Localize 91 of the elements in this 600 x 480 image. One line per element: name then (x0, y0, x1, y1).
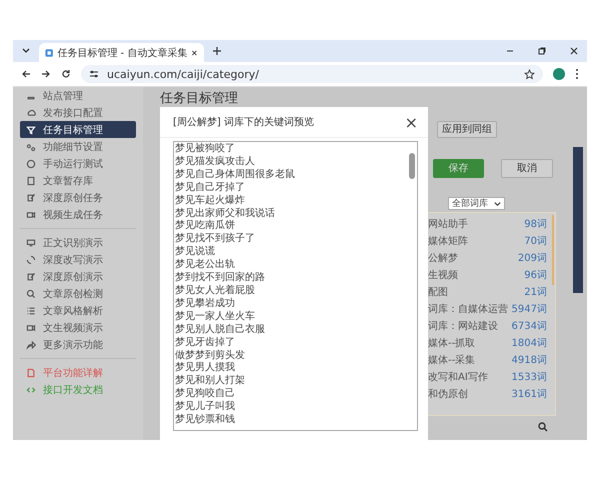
keyword-textarea[interactable]: 梦见被狗咬了 梦见猫发疯攻击人 梦见自己身体周围很多老鼠 梦见自己牙掉了 梦见车起火爆炸 梦见出家师父和我说话 梦见吃南瓜饼 梦见找不到孩子了 梦见说谎 梦见老公出轨 梦到找不到回家的路 梦见女人光着屁股 梦见攀岩成功 梦见一家人坐火车 梦见别人脱自己衣服 梦见牙齿掉了 做梦梦到剪头发 梦见男人摸我 梦见和别人打架 梦见狗咬自己 梦见儿子叫我 梦见钞票和钱 (173, 141, 418, 431)
keyword-line: 梦见男人摸我 (175, 362, 236, 374)
keyword-line: 梦见钞票和钱 (175, 414, 236, 427)
library-row[interactable]: 生视频 96词 (428, 268, 547, 284)
library-row[interactable]: 和伪原创 3161词 (428, 386, 547, 404)
keyword-line: 梦见和别人打架 (175, 375, 246, 388)
keyword-line: 做梦梦到剪头发 (175, 350, 246, 362)
keyword-line: 梦见自己身体周围很多老鼠 (175, 168, 296, 182)
favicon-icon (45, 48, 54, 58)
nodes-icon (26, 142, 36, 152)
restore-icon[interactable] (537, 46, 547, 56)
share-icon (26, 340, 36, 350)
tune-icon[interactable] (89, 69, 99, 79)
apply-to-group-button[interactable]: 应用到同组 (437, 120, 497, 138)
modal-title: [周公解梦] 词库下的关键词预览 (173, 116, 314, 129)
library-dropdown[interactable]: 全部词库 (448, 196, 505, 210)
code-icon (26, 384, 36, 394)
search-icon (26, 288, 36, 298)
library-row[interactable]: 配图 21词 (428, 284, 547, 302)
sidebar-item[interactable]: 更多演示功能 (20, 336, 136, 353)
sidebar-item[interactable]: 文章风格解析 (20, 302, 136, 319)
keyword-line: 梦见儿子叫我 (175, 401, 236, 414)
keyword-line: 梦见猫发疯攻击人 (175, 156, 256, 168)
keyword-line: 梦见牙齿掉了 (175, 336, 236, 350)
close-icon[interactable] (191, 48, 198, 56)
play-icon (26, 158, 36, 168)
star-icon[interactable] (524, 68, 535, 80)
library-row[interactable]: 媒体--采集 4918词 (428, 352, 547, 370)
back-arrow-icon[interactable] (21, 69, 31, 79)
menu-icon[interactable] (575, 68, 579, 80)
plus-icon[interactable] (212, 46, 222, 56)
keyword-line: 梦见吃南瓜饼 (175, 220, 236, 232)
filter-icon (26, 124, 36, 134)
forward-arrow-icon[interactable] (41, 69, 51, 79)
edit-icon (26, 192, 36, 202)
avatar-icon[interactable] (553, 68, 565, 80)
sidebar-item[interactable]: 文章暂存库 (20, 172, 136, 189)
document-icon (26, 176, 36, 186)
keyword-line: 梦见狗咬自己 (175, 388, 236, 400)
cancel-button[interactable]: 取消 (501, 158, 553, 178)
scrollbar-thumb[interactable] (552, 214, 554, 284)
refresh-icon (26, 254, 36, 264)
cloud-icon (26, 108, 36, 118)
search-icon[interactable] (538, 422, 548, 432)
sidebar-item[interactable]: 深度改写演示 (20, 251, 136, 268)
library-row[interactable]: 媒体--抓取 1804词 (428, 336, 547, 352)
tab-title: 任务目标管理 - 自动文章采集 (57, 46, 188, 60)
close-button[interactable]: × (400, 112, 422, 132)
video-icon (26, 210, 36, 220)
document-icon (26, 368, 36, 378)
keyword-line: 梦见自己牙掉了 (175, 182, 246, 194)
sidebar-item[interactable]: 文章原创检测 (20, 285, 136, 302)
keyword-line: 梦见别人脱自己衣服 (175, 324, 266, 336)
sidebar-item[interactable]: 任务目标管理 (20, 121, 136, 138)
save-button[interactable]: 保存 (433, 158, 484, 178)
edit-icon (26, 272, 36, 282)
library-row[interactable]: 词库：自媒体运营 5947词 (428, 302, 547, 318)
sidebar-item[interactable]: 视频生成任务 (20, 206, 136, 223)
sidebar-item[interactable]: 手动运行测试 (20, 155, 136, 172)
page-title: 任务目标管理 (159, 90, 239, 107)
sidebar-item[interactable]: 功能细节设置 (20, 138, 136, 155)
library-row[interactable]: 公解梦 209词 (428, 250, 547, 268)
sidebar-item[interactable]: 深度原创演示 (20, 268, 136, 285)
list-icon (26, 306, 36, 316)
keyword-line: 梦见老公出轨 (175, 259, 236, 272)
keyword-line: 梦见一家人坐火车 (175, 310, 256, 324)
keyword-line: 梦见女人光着屁股 (175, 284, 256, 298)
keyword-line: 梦见找不到孩子了 (175, 233, 256, 246)
library-row[interactable]: 改写和AI写作 1533词 (428, 370, 547, 386)
sidebar-item[interactable]: 发布接口配置 (20, 104, 136, 121)
library-row[interactable]: 媒体矩阵 70词 (428, 234, 547, 250)
caret-icon (494, 200, 501, 206)
keyword-line: 梦见出家师父和我说话 (175, 208, 276, 220)
keyword-line: 梦到找不到回家的路 (175, 272, 266, 284)
monitor-icon (26, 238, 36, 248)
keyword-line: 梦见被狗咬了 (175, 143, 236, 156)
library-row[interactable]: 网站助手 98词 (428, 216, 547, 234)
library-row[interactable]: 词库：网站建设 6734词 (428, 318, 547, 336)
sidebar-item[interactable]: 站点管理 (20, 87, 136, 104)
browser-tab[interactable]: 任务目标管理 - 自动文章采集 (39, 43, 204, 62)
sidebar-item[interactable]: 深度原创任务 (20, 189, 136, 206)
sidebar-item[interactable]: 正文识别演示 (20, 234, 136, 251)
sidebar-item[interactable]: 平台功能详解 (20, 364, 136, 381)
video-icon (26, 322, 36, 332)
close-icon[interactable] (569, 46, 579, 56)
address-bar[interactable]: ucaiyun.com/caiji/category/ (81, 65, 543, 83)
keyword-line: 梦见攀岩成功 (175, 298, 236, 310)
keyword-line: 梦见说谎 (175, 246, 216, 258)
sidebar-item[interactable]: 文生视频演示 (20, 319, 136, 336)
keyword-line: 梦见车起火爆炸 (175, 194, 246, 208)
reload-icon[interactable] (61, 69, 71, 79)
